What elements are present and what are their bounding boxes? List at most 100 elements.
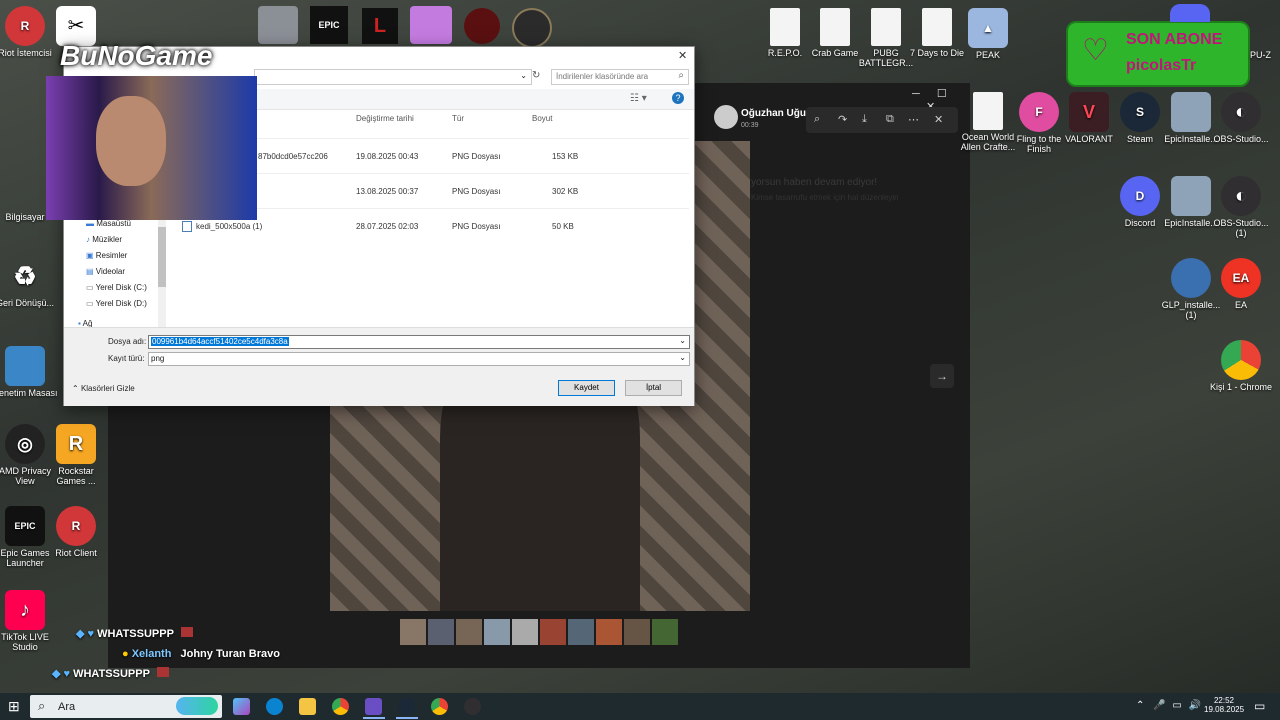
column-modified[interactable]: Değiştirme tarihi <box>356 114 414 123</box>
desktop-icon-ea[interactable]: EA EA <box>1208 258 1274 310</box>
microphone-icon[interactable]: 🎤 <box>1153 700 1165 711</box>
taskbar-search[interactable]: ⌕ Ara <box>30 695 222 718</box>
desktop-icon-riot-istemcisi[interactable]: R Riot İstemcisi <box>0 6 58 58</box>
discord-icon: D <box>1120 176 1160 216</box>
file-explorer-icon[interactable] <box>299 698 316 715</box>
thumbnail[interactable] <box>400 619 426 645</box>
tray-icons[interactable]: ⌃ 🎤 ▭ 🔊 <box>1136 700 1201 711</box>
filename-input[interactable]: 009961b4d64accf51402ce5c4dfa3c8a ⌄ <box>148 335 690 349</box>
chrome-profile-icon[interactable] <box>431 698 448 715</box>
sender-name: Oğuzhan Uğur <box>741 108 810 119</box>
file-modified: 19.08.2025 00:43 <box>356 152 419 161</box>
refresh-icon[interactable]: ↻ <box>532 70 540 81</box>
subscriber-name: picolasTr <box>1126 57 1197 74</box>
chevron-down-icon[interactable]: ⌄ <box>679 336 686 345</box>
hide-folders-label: Klasörleri Gizle <box>80 384 135 393</box>
desktop-icon-control-panel[interactable]: Denetim Masası <box>0 346 58 398</box>
disk-icon: ▭ <box>86 299 96 308</box>
hide-folders-toggle[interactable]: ⌃ Klasörleri Gizle <box>72 384 135 393</box>
epic-games-icon[interactable]: EPIC <box>310 6 348 44</box>
network-icon[interactable]: ▭ <box>1172 700 1181 711</box>
forward-icon[interactable]: ↷ <box>838 113 847 126</box>
thumbnail[interactable] <box>596 619 622 645</box>
chrome-icon[interactable] <box>332 698 349 715</box>
badge-icons: ● <box>122 648 132 660</box>
app-icon[interactable] <box>365 698 382 715</box>
file-type: PNG Dosyası <box>452 222 501 231</box>
windows-start-icon[interactable]: ⊞ <box>8 699 22 713</box>
nav-desktop[interactable]: ▬ Masaüstü <box>86 219 131 228</box>
nav-pictures[interactable]: ▣ Resimler <box>86 251 127 260</box>
roulette-icon[interactable] <box>512 8 552 48</box>
chevron-up-icon[interactable]: ⌃ <box>1136 700 1144 711</box>
thumbnail[interactable] <box>624 619 650 645</box>
filetype-select[interactable]: png ⌄ <box>148 352 690 366</box>
file-icon <box>871 8 901 46</box>
thumbnail[interactable] <box>652 619 678 645</box>
download-icon[interactable]: ⤓ <box>862 113 867 126</box>
volume-icon[interactable]: 🔊 <box>1189 700 1201 711</box>
scrollbar-thumb[interactable] <box>158 227 166 287</box>
desktop-icon-peak[interactable]: ▲ PEAK <box>955 8 1021 60</box>
view-options-icon[interactable]: ☷ ▾ <box>630 93 647 104</box>
copilot-icon[interactable] <box>233 698 250 715</box>
dialog-close-icon[interactable]: ✕ <box>678 49 687 62</box>
dead-by-night-icon[interactable] <box>464 8 500 44</box>
nav-music[interactable]: ♪ Müzikler <box>86 235 122 244</box>
icon-label: TikTok LIVE Studio <box>1 632 49 652</box>
notification-icon[interactable]: ▭ <box>1254 699 1265 713</box>
minimize-icon[interactable]: ─ <box>912 88 920 100</box>
icon-label: Geri Dönüşü... <box>0 298 55 308</box>
desktop-icon-obs[interactable]: ◐ OBS-Studio... <box>1208 92 1274 144</box>
desktop-icon-riot-client[interactable]: R Riot Client <box>43 506 109 558</box>
obs-icon[interactable] <box>464 698 481 715</box>
eye-icon: ◎ <box>5 424 45 464</box>
nav-disk-d[interactable]: ▭ Yerel Disk (D:) <box>86 299 147 308</box>
nav-disk-c[interactable]: ▭ Yerel Disk (C:) <box>86 283 147 292</box>
nav-videos[interactable]: ▤ Videolar <box>86 267 125 276</box>
thumbnail[interactable] <box>540 619 566 645</box>
maximize-icon[interactable]: ☐ <box>937 88 947 100</box>
desktop-icon-rockstar[interactable]: R Rockstar Games ... <box>43 424 109 486</box>
desktop-icon-chrome[interactable]: Kişi 1 - Chrome <box>1208 340 1274 392</box>
external-icon[interactable]: ⧉ <box>886 113 894 126</box>
help-icon[interactable]: ? <box>672 92 684 104</box>
address-bar[interactable]: ⌄ <box>254 69 532 85</box>
chat-message: ◆ ♥ WHATSSUPPP <box>76 627 193 640</box>
clock-date: 19.08.2025 <box>1204 705 1245 714</box>
icon-label: Kişi 1 - Chrome <box>1209 382 1272 392</box>
column-type[interactable]: Tür <box>452 114 464 123</box>
thumbnail[interactable] <box>568 619 594 645</box>
chevron-down-icon[interactable]: ⌄ <box>679 353 686 362</box>
thumbnail[interactable] <box>456 619 482 645</box>
desktop-icon-recycle-bin[interactable]: ♻ Geri Dönüşü... <box>0 256 58 308</box>
thumbnail[interactable] <box>512 619 538 645</box>
filetype-label: Kayıt türü: <box>108 354 145 363</box>
faded-message: yorsun haben devam ediyor! <box>751 177 878 188</box>
truck-game-icon[interactable] <box>258 6 298 44</box>
clock[interactable]: 22:52 19.08.2025 <box>1204 696 1244 714</box>
search-box[interactable]: İndirilenler klasöründe ara ⌕ <box>551 69 689 85</box>
close-viewer-icon[interactable]: ✕ <box>934 113 943 126</box>
emote-icon <box>156 667 169 677</box>
column-size[interactable]: Boyut <box>532 114 552 123</box>
l-game-icon[interactable]: L <box>362 8 398 44</box>
desktop-icon-obs-2[interactable]: ◐ OBS-Studio... (1) <box>1208 176 1274 238</box>
zoom-icon[interactable]: ⌕ <box>814 113 820 126</box>
edge-icon[interactable] <box>266 698 283 715</box>
steam-icon[interactable] <box>398 698 415 715</box>
save-button[interactable]: Kaydet <box>558 380 615 396</box>
thumbnail[interactable] <box>484 619 510 645</box>
chevron-down-icon[interactable]: ⌄ <box>520 71 527 80</box>
file-icon <box>820 8 850 46</box>
desktop-icon-tiktok[interactable]: ♪ TikTok LIVE Studio <box>0 590 58 652</box>
nav-scrollbar[interactable] <box>158 207 166 327</box>
search-highlight-image <box>176 697 218 715</box>
cancel-button[interactable]: İptal <box>625 380 682 396</box>
more-icon[interactable]: ⋯ <box>908 113 919 126</box>
next-arrow-icon[interactable]: → <box>930 364 954 388</box>
fall-guys-icon[interactable] <box>410 6 452 44</box>
thumbnail[interactable] <box>428 619 454 645</box>
chat-message: ● Xelanth Johny Turan Bravo <box>122 648 280 660</box>
valorant-icon: V <box>1069 92 1109 132</box>
